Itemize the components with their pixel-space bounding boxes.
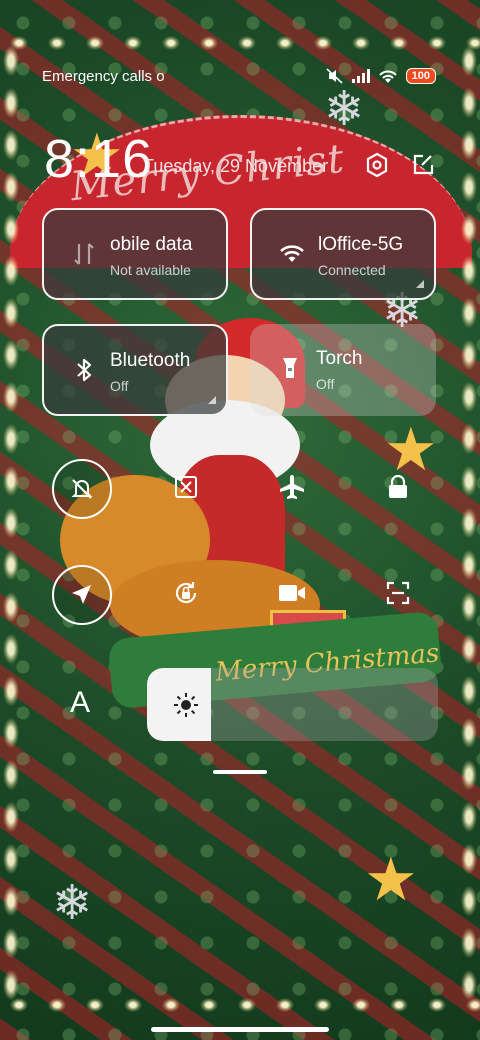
mute-icon — [71, 479, 93, 499]
tile-mobile-data[interactable]: obile data Not available — [42, 208, 228, 300]
auto-brightness-button[interactable]: A — [70, 686, 90, 720]
snowflake-icon: ❄ — [324, 83, 365, 136]
date: Tuesday, 29 November — [143, 156, 329, 176]
string-lights — [458, 40, 480, 1000]
toggle-video[interactable] — [264, 565, 320, 621]
tile-torch[interactable]: Torch Off — [250, 324, 436, 416]
gear-icon — [366, 152, 388, 178]
drag-handle[interactable] — [213, 770, 267, 774]
toggle-scanner[interactable] — [370, 565, 426, 621]
toggle-screenshot[interactable] — [158, 459, 214, 515]
brightness-slider[interactable] — [147, 668, 438, 741]
edit-button[interactable] — [408, 150, 438, 180]
tile-bluetooth[interactable]: Bluetooth Off — [42, 324, 228, 416]
tile-subtitle: Off — [316, 376, 335, 392]
bluetooth-icon — [77, 358, 92, 382]
toggle-airplane[interactable] — [264, 459, 320, 515]
snowflake-icon: ❄ — [52, 877, 93, 930]
toggle-location[interactable] — [52, 565, 112, 625]
star-icon: ★ — [364, 846, 418, 913]
status-bar: Emergency calls o 100 — [0, 62, 480, 92]
string-lights — [0, 28, 480, 58]
video-icon — [279, 585, 305, 601]
wifi-icon — [378, 70, 397, 83]
torch-icon — [283, 358, 297, 378]
expand-corner-icon[interactable] — [208, 396, 216, 404]
scanner-icon — [386, 581, 410, 605]
tile-title: lOffice-5G — [318, 234, 404, 255]
string-lights — [0, 990, 480, 1020]
sun-icon — [174, 693, 198, 717]
battery-icon: 100 — [405, 68, 436, 84]
string-lights — [0, 40, 22, 1000]
signal-icon — [351, 69, 370, 83]
edit-icon — [413, 154, 434, 175]
carrier-text: Emergency calls o — [42, 68, 165, 85]
home-indicator[interactable] — [151, 1027, 329, 1032]
location-icon — [72, 585, 91, 604]
toggle-mute[interactable] — [52, 459, 112, 519]
toggle-lock[interactable] — [370, 459, 426, 515]
clock: 8:16 — [44, 129, 154, 189]
tile-title: Bluetooth — [110, 350, 191, 371]
status-icons: 100 — [326, 68, 436, 84]
tile-wifi[interactable]: lOffice-5G Connected — [250, 208, 436, 300]
airplane-icon — [280, 475, 304, 499]
wifi-icon — [280, 245, 304, 262]
tile-subtitle: Not available — [110, 262, 191, 278]
expand-corner-icon[interactable] — [416, 280, 424, 288]
tile-subtitle: Off — [110, 378, 129, 394]
rotation-lock-icon — [175, 582, 197, 604]
lock-icon — [389, 474, 407, 498]
tile-title: obile data — [110, 234, 193, 255]
screenshot-icon — [175, 476, 197, 498]
mute-icon — [326, 68, 343, 84]
tile-title: Torch — [316, 348, 363, 369]
tile-subtitle: Connected — [318, 262, 386, 278]
settings-button[interactable] — [362, 150, 392, 180]
mobile-data-icon — [74, 243, 94, 265]
toggle-rotation-lock[interactable] — [158, 565, 214, 621]
